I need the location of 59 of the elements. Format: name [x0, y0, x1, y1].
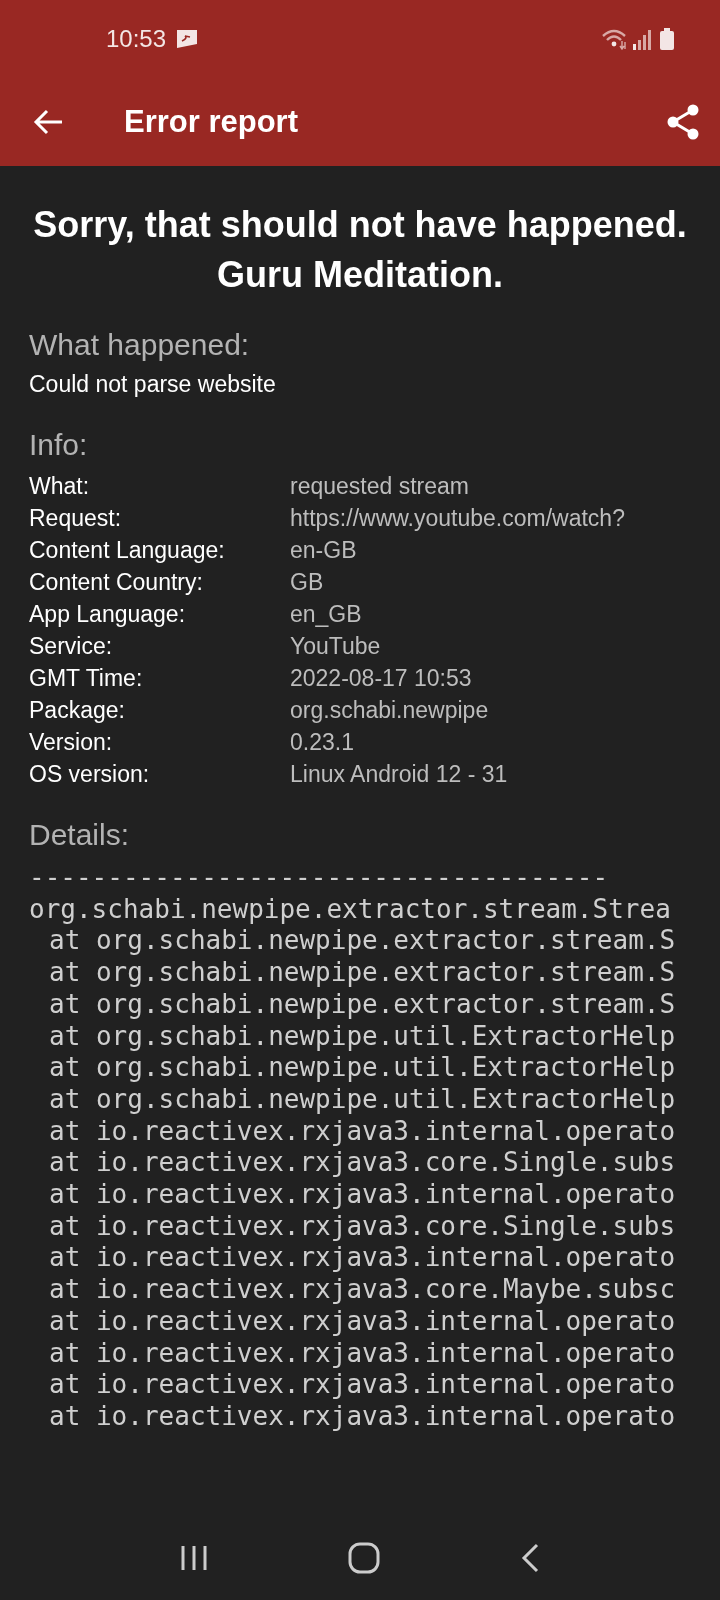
share-icon — [666, 104, 700, 140]
home-icon — [348, 1542, 380, 1574]
info-value: GB — [290, 568, 325, 597]
signal-icon — [632, 28, 652, 50]
back-nav-button[interactable] — [520, 1543, 540, 1573]
info-label: OS version: — [29, 760, 151, 789]
stack-frame-line: at io.reactivex.rxjava3.core.Single.subs — [49, 1210, 676, 1243]
status-time: 10:53 — [106, 25, 167, 53]
info-label: Request: — [29, 504, 123, 533]
stack-frame-line: at io.reactivex.rxjava3.internal.operato — [49, 1242, 676, 1275]
section-heading: What happened: — [29, 327, 251, 363]
stack-trace-line: org.schabi.newpipe.extractor.stream.Strea — [29, 893, 671, 926]
stack-frame-line: at io.reactivex.rxjava3.core.Single.subs — [49, 1147, 676, 1180]
stack-frame-line: at io.reactivex.rxjava3.internal.operato — [49, 1400, 676, 1433]
info-label: Service: — [29, 632, 114, 661]
info-label: What: — [29, 472, 91, 501]
home-button[interactable] — [348, 1542, 380, 1574]
stack-frame-line: at io.reactivex.rxjava3.core.Maybe.subsc — [49, 1274, 676, 1306]
stack-frame-line: at org.schabi.newpipe.util.ExtractorHelp — [49, 1052, 676, 1084]
info-value: https://www.youtube.com/watch? — [290, 504, 626, 533]
info-label: Package: — [29, 696, 126, 725]
back-chevron-icon — [520, 1543, 540, 1573]
info-value: Linux Android 12 - 31 — [290, 760, 509, 789]
info-label: Content Country: — [29, 568, 204, 597]
info-value: 0.23.1 — [290, 728, 355, 757]
stack-frame-line: at org.schabi.newpipe.extractor.stream.S — [49, 925, 676, 958]
info-label: Content Language: — [29, 536, 226, 565]
back-arrow-icon — [32, 108, 64, 136]
share-button[interactable] — [666, 104, 700, 140]
stack-frame-line: at io.reactivex.rxjava3.internal.operato — [49, 1179, 676, 1211]
stack-frame-line: at org.schabi.newpipe.util.ExtractorHelp — [49, 1020, 676, 1053]
stack-frame-line: at org.schabi.newpipe.util.ExtractorHelp — [49, 1083, 676, 1116]
info-value: org.schabi.newpipe — [290, 696, 490, 725]
stack-frame-line: at org.schabi.newpipe.extractor.stream.S — [49, 988, 676, 1021]
recent-apps-button[interactable] — [180, 1544, 208, 1572]
info-value: en-GB — [290, 536, 358, 565]
stack-frame-line: at io.reactivex.rxjava3.internal.operato — [49, 1305, 676, 1338]
info-label: App Language: — [29, 600, 187, 629]
error-headline: Sorry, that should not have happened. — [33, 203, 687, 247]
error-message: Could not parse website — [29, 370, 277, 399]
back-button[interactable] — [32, 108, 64, 136]
screen-title: Error report — [124, 104, 299, 140]
section-heading: Details: — [29, 817, 131, 853]
info-label: Version: — [29, 728, 114, 757]
stack-frame-line: at io.reactivex.rxjava3.internal.operato — [49, 1115, 676, 1148]
stack-frame-line: at io.reactivex.rxjava3.internal.operato — [49, 1369, 676, 1401]
info-value: 2022-08-17 10:53 — [290, 664, 473, 693]
info-value: en_GB — [290, 600, 363, 629]
stack-trace-line: ------------------------------------- — [29, 862, 609, 894]
info-value: requested stream — [290, 472, 470, 501]
info-value: YouTube — [290, 632, 382, 661]
battery-icon — [660, 28, 674, 50]
notification-icon — [176, 29, 199, 49]
stack-frame-line: at io.reactivex.rxjava3.internal.operato — [49, 1337, 676, 1370]
info-label: GMT Time: — [29, 664, 144, 693]
stack-frame-line: at org.schabi.newpipe.extractor.stream.S — [49, 957, 676, 989]
recent-apps-icon — [180, 1544, 208, 1572]
error-headline: Guru Meditation. — [217, 253, 503, 297]
section-heading: Info: — [29, 427, 89, 463]
